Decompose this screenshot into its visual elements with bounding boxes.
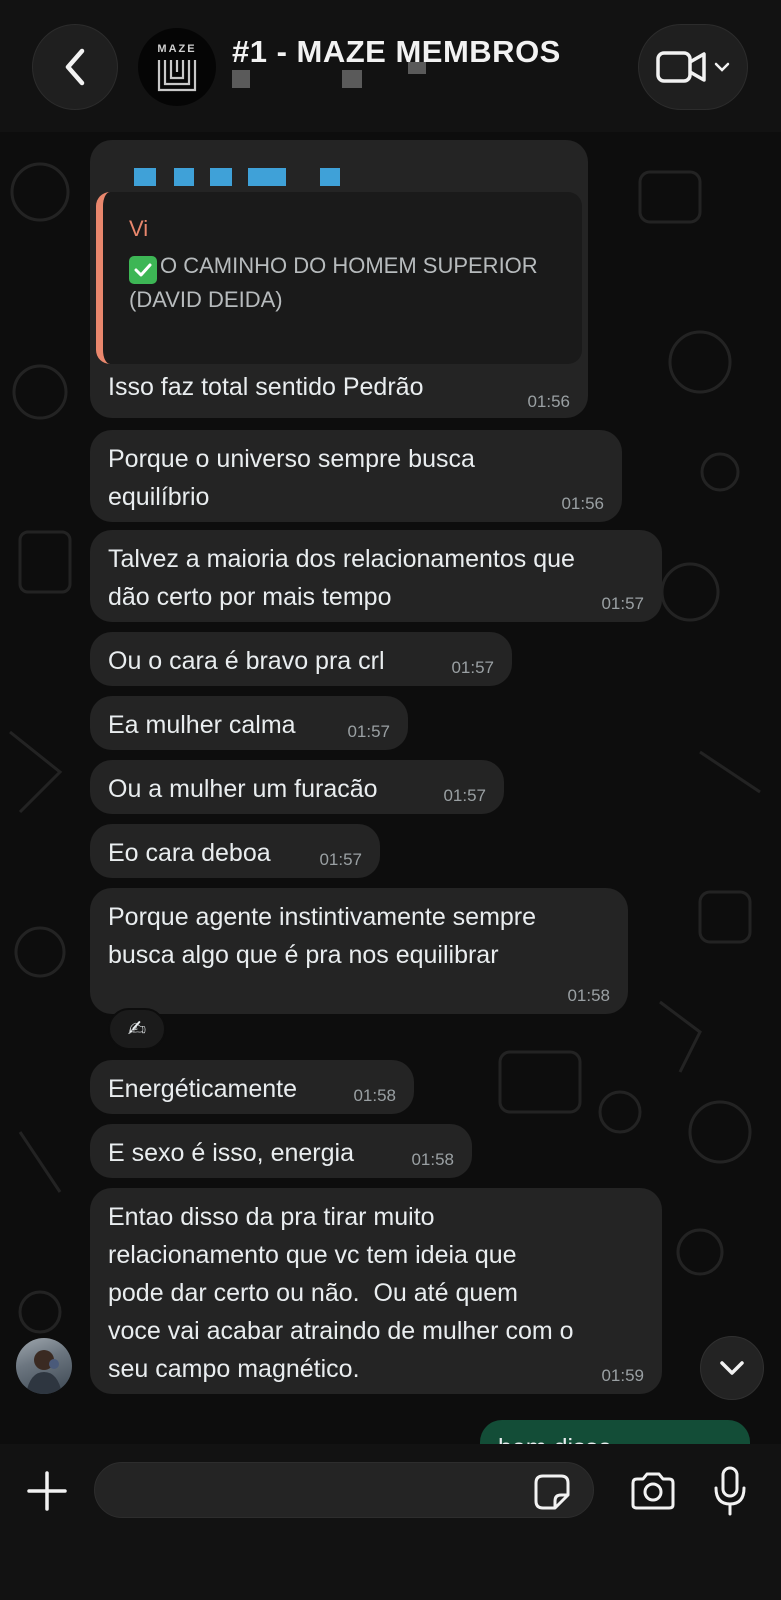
message-input-container[interactable] [94, 1462, 594, 1518]
message-text: Ou a mulher um furacão [108, 775, 378, 803]
back-button[interactable] [32, 24, 118, 110]
redacted-subtitle-block [342, 70, 362, 88]
chevron-down-icon [720, 1361, 744, 1375]
message-bubble[interactable]: Eo cara deboa 01:57 [90, 824, 380, 878]
chevron-down-icon [714, 62, 730, 72]
quoted-message[interactable]: Vi O CAMINHO DO HOMEM SUPERIOR (DAVID DE… [96, 192, 582, 364]
message-time: 01:58 [353, 1086, 396, 1105]
redacted-subtitle-block [232, 70, 250, 88]
message-time: 01:57 [601, 594, 644, 613]
message-text: Ou o cara é bravo pra crl [108, 647, 385, 675]
sticker-button[interactable] [532, 1472, 572, 1512]
message-reaction[interactable]: ✍ [108, 1008, 166, 1050]
message-time: 01:57 [443, 786, 486, 805]
outgoing-message-bubble[interactable]: bem disse [480, 1420, 750, 1444]
back-chevron-icon [65, 48, 85, 86]
message-text: Porque agente instintivamente sempre bus… [108, 903, 537, 969]
video-camera-icon [656, 51, 706, 83]
video-call-button[interactable] [638, 24, 748, 110]
message-text: E sexo é isso, energia [108, 1139, 354, 1167]
message-list[interactable]: Vi O CAMINHO DO HOMEM SUPERIOR (DAVID DE… [0, 132, 781, 1444]
chat-title[interactable]: #1 - MAZE MEMBROS [232, 34, 561, 70]
message-time: 01:56 [561, 494, 604, 513]
quote-text: O CAMINHO DO HOMEM SUPERIOR (DAVID DEIDA… [129, 250, 579, 316]
composer-bar [0, 1444, 781, 1600]
scroll-to-bottom-button[interactable] [700, 1336, 764, 1400]
quote-author: Vi [129, 216, 149, 241]
attach-button[interactable] [24, 1468, 70, 1514]
message-bubble[interactable]: Ou a mulher um furacão 01:57 [90, 760, 504, 814]
redacted-sender-name [210, 168, 232, 186]
redacted-sender-name [320, 168, 340, 186]
message-time: 01:57 [347, 722, 390, 741]
message-time: 01:56 [527, 392, 570, 411]
chat-header: MAZE #1 - MAZE MEMBROS [0, 0, 781, 132]
message-time: 01:58 [567, 986, 610, 1005]
group-avatar[interactable]: MAZE [138, 28, 216, 106]
message-bubble[interactable]: Porque o universo sempre busca equilíbri… [90, 430, 622, 522]
quoted-reply-bubble[interactable]: Vi O CAMINHO DO HOMEM SUPERIOR (DAVID DE… [90, 140, 588, 418]
group-logo-text: MAZE [157, 42, 197, 55]
reply-text: Isso faz total sentido Pedrão [108, 373, 424, 401]
camera-button[interactable] [628, 1468, 678, 1514]
message-time: 01:59 [601, 1366, 644, 1385]
plus-icon [27, 1471, 67, 1511]
microphone-button[interactable] [710, 1464, 750, 1518]
quote-text-content: O CAMINHO DO HOMEM SUPERIOR (DAVID DEIDA… [129, 253, 538, 312]
message-bubble[interactable]: Entao disso da pra tirar muito relaciona… [90, 1188, 662, 1394]
message-bubble[interactable]: E sexo é isso, energia 01:58 [90, 1124, 472, 1178]
message-text: Talvez a maioria dos relacionamentos que… [108, 545, 575, 611]
message-bubble[interactable]: Energéticamente 01:58 [90, 1060, 414, 1114]
sender-avatar[interactable] [16, 1338, 72, 1394]
message-text: bem disse [498, 1434, 612, 1444]
microphone-icon [714, 1466, 746, 1516]
maze-logo-icon [157, 59, 197, 91]
message-bubble[interactable]: Ea mulher calma 01:57 [90, 696, 408, 750]
redacted-subtitle-block [408, 62, 426, 74]
message-time: 01:57 [319, 850, 362, 869]
sticker-icon [534, 1474, 570, 1510]
message-bubble[interactable]: Porque agente instintivamente sempre bus… [90, 888, 628, 1014]
message-input[interactable] [115, 1463, 515, 1517]
message-bubble[interactable]: Talvez a maioria dos relacionamentos que… [90, 530, 662, 622]
person-photo-icon [26, 1350, 62, 1394]
redacted-sender-name [174, 168, 194, 186]
message-text: Entao disso da pra tirar muito relaciona… [108, 1203, 574, 1383]
message-time: 01:58 [411, 1150, 454, 1169]
message-text: Porque o universo sempre busca equilíbri… [108, 445, 475, 511]
message-bubble[interactable]: Ou o cara é bravo pra crl 01:57 [90, 632, 512, 686]
redacted-sender-name [134, 168, 156, 186]
checkmark-icon [129, 256, 157, 284]
message-time: 01:57 [451, 658, 494, 677]
camera-icon [631, 1472, 675, 1510]
redacted-sender-name [248, 168, 286, 186]
